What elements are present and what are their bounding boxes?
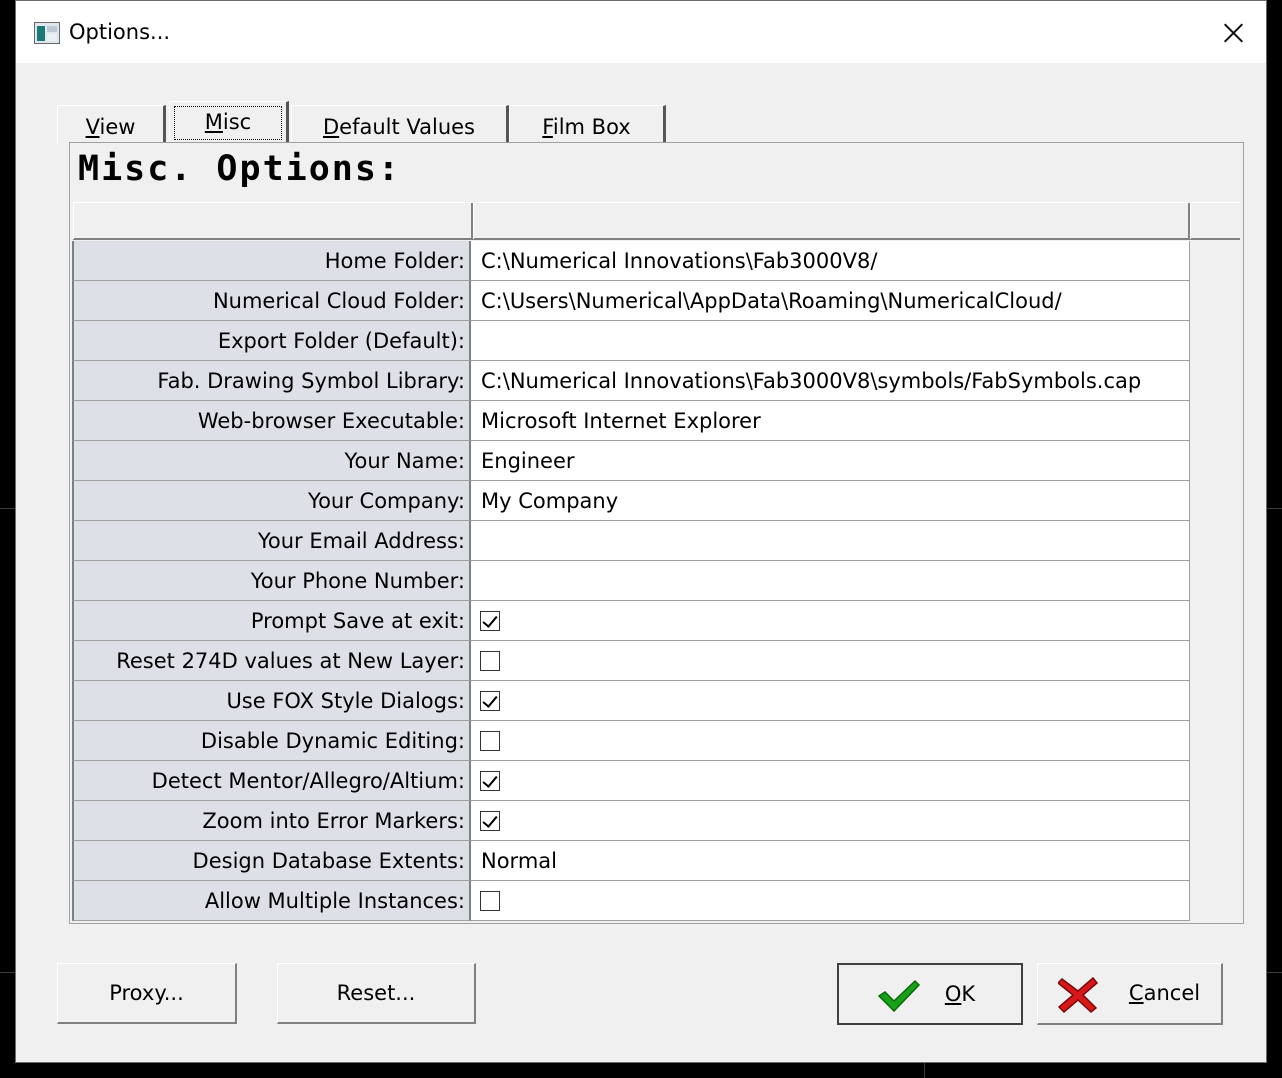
option-checkbox[interactable] <box>480 651 500 671</box>
option-value-field[interactable] <box>471 561 1190 601</box>
option-value-field[interactable]: C:\Numerical Innovations\Fab3000V8/ <box>471 241 1190 281</box>
tab-view[interactable]: View <box>57 105 166 143</box>
cancel-button[interactable]: Cancel <box>1037 963 1223 1025</box>
column-header-extra <box>1190 203 1240 239</box>
option-checkbox[interactable] <box>480 771 500 791</box>
tab-film-box[interactable]: Film Box <box>509 105 666 143</box>
option-label: Your Company: <box>72 481 471 521</box>
option-row: Design Database Extents: Normal <box>72 841 1190 881</box>
option-value-cell <box>471 801 1190 841</box>
ok-button-label: OK <box>944 982 976 1006</box>
cancel-button-label: Cancel <box>1128 981 1201 1005</box>
proxy-button-label: Proxy... <box>109 981 184 1005</box>
option-row: Your Company: My Company <box>72 481 1190 521</box>
option-label: Your Email Address: <box>72 521 471 561</box>
option-row: Your Phone Number: <box>72 561 1190 601</box>
close-icon[interactable] <box>1200 1 1266 63</box>
option-label: Use FOX Style Dialogs: <box>72 681 471 721</box>
option-value-field[interactable]: Normal <box>471 841 1190 881</box>
option-label: Disable Dynamic Editing: <box>72 721 471 761</box>
option-row: Detect Mentor/Allegro/Altium: <box>72 761 1190 801</box>
option-row: Web-browser Executable: Microsoft Interne… <box>72 401 1190 441</box>
option-checkbox[interactable] <box>480 691 500 711</box>
option-label: Export Folder (Default): <box>72 321 471 361</box>
red-x-icon <box>1058 977 1098 1013</box>
option-row: Reset 274D values at New Layer: <box>72 641 1190 681</box>
option-row: Fab. Drawing Symbol Library: C:\Numerical… <box>72 361 1190 401</box>
option-label: Design Database Extents: <box>72 841 471 881</box>
window-title: Options... <box>69 20 171 44</box>
option-label: Zoom into Error Markers: <box>72 801 471 841</box>
tab-label: View <box>85 115 136 139</box>
option-value-field[interactable] <box>471 321 1190 361</box>
option-value-field[interactable]: My Company <box>471 481 1190 521</box>
option-label: Your Phone Number: <box>72 561 471 601</box>
option-label: Allow Multiple Instances: <box>72 881 471 921</box>
column-header-label[interactable] <box>73 203 473 239</box>
option-row: Export Folder (Default): <box>72 321 1190 361</box>
tab-label: Film Box <box>542 115 631 139</box>
panel-heading: Misc. Options: <box>78 149 402 189</box>
options-grid: Home Folder: C:\Numerical Innovations\Fab… <box>72 241 1190 921</box>
option-value-cell <box>471 601 1190 641</box>
option-row: Disable Dynamic Editing: <box>72 721 1190 761</box>
option-label: Your Name: <box>72 441 471 481</box>
option-checkbox[interactable] <box>480 811 500 831</box>
option-value-field[interactable]: C:\Users\Numerical\AppData\Roaming\Numer… <box>471 281 1190 321</box>
option-label: Detect Mentor/Allegro/Altium: <box>72 761 471 801</box>
options-dialog: Options... View Misc Default Values Film… <box>15 0 1267 1063</box>
option-value-field[interactable]: C:\Numerical Innovations\Fab3000V8\symbo… <box>471 361 1190 401</box>
reset-button-label: Reset... <box>336 981 416 1005</box>
tab-label: Default Values <box>322 115 475 139</box>
grid-header <box>73 202 1240 240</box>
option-row: Your Name: Engineer <box>72 441 1190 481</box>
misc-options-panel: Misc. Options: Home Folder: C:\Numerical … <box>69 142 1244 924</box>
option-row: Prompt Save at exit: <box>72 601 1190 641</box>
option-label: Reset 274D values at New Layer: <box>72 641 471 681</box>
option-value-cell <box>471 881 1190 921</box>
tab-label: Misc <box>204 110 252 134</box>
proxy-button[interactable]: Proxy... <box>57 963 237 1024</box>
option-row: Zoom into Error Markers: <box>72 801 1190 841</box>
option-row: Allow Multiple Instances: <box>72 881 1190 921</box>
reset-button[interactable]: Reset... <box>277 963 476 1024</box>
option-row: Numerical Cloud Folder: C:\Users\Numerica… <box>72 281 1190 321</box>
option-value-cell <box>471 641 1190 681</box>
column-header-value[interactable] <box>473 203 1190 239</box>
title-bar: Options... <box>16 1 1266 63</box>
option-label: Web-browser Executable: <box>72 401 471 441</box>
option-value-field[interactable]: Microsoft Internet Explorer <box>471 401 1190 441</box>
option-value-field[interactable]: Engineer <box>471 441 1190 481</box>
tab-default-values[interactable]: Default Values <box>291 105 509 143</box>
option-value-cell <box>471 721 1190 761</box>
ok-button[interactable]: OK <box>837 963 1023 1025</box>
app-icon <box>34 22 60 44</box>
option-value-cell <box>471 761 1190 801</box>
option-value-cell <box>471 681 1190 721</box>
option-row: Home Folder: C:\Numerical Innovations\Fab… <box>72 241 1190 281</box>
option-row: Your Email Address: <box>72 521 1190 561</box>
option-checkbox[interactable] <box>480 731 500 751</box>
option-label: Home Folder: <box>72 241 471 281</box>
option-checkbox[interactable] <box>480 611 500 631</box>
option-label: Fab. Drawing Symbol Library: <box>72 361 471 401</box>
tab-misc[interactable]: Misc <box>169 101 289 143</box>
option-value-field[interactable] <box>471 521 1190 561</box>
option-label: Prompt Save at exit: <box>72 601 471 641</box>
option-row: Use FOX Style Dialogs: <box>72 681 1190 721</box>
option-label: Numerical Cloud Folder: <box>72 281 471 321</box>
option-checkbox[interactable] <box>480 891 500 911</box>
